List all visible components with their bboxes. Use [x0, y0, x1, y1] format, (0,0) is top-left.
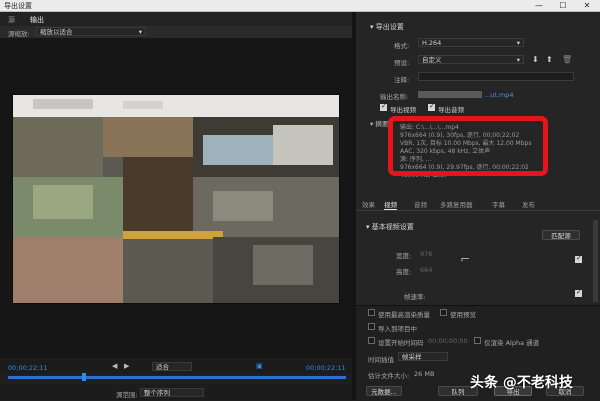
video-preview-frame: [12, 94, 340, 304]
source-scaling-value: 缩放以适合: [40, 28, 73, 36]
render-alpha-checkbox[interactable]: [474, 337, 481, 344]
delete-preset-icon[interactable]: 🗑: [562, 55, 572, 64]
tab-audio[interactable]: 音频: [414, 199, 427, 209]
metadata-button[interactable]: 元数据...: [366, 386, 402, 396]
watermark-text: 头条 @不老科技: [470, 375, 573, 391]
mark-in-icon[interactable]: ◀: [112, 362, 117, 370]
export-settings-header[interactable]: ▾ 导出设置: [370, 22, 404, 32]
max-quality-checkbox[interactable]: [368, 309, 375, 316]
window-titlebar: 导出设置 — ☐ ✕: [0, 0, 600, 12]
tab-effects[interactable]: 效果: [362, 199, 375, 209]
save-preset-icon[interactable]: ⬇: [532, 55, 539, 64]
window-title: 导出设置: [4, 2, 32, 10]
import-project-checkbox[interactable]: [368, 323, 375, 330]
width-value[interactable]: 976: [420, 250, 432, 258]
export-settings-title: 导出设置: [375, 23, 404, 31]
source-scaling-row: 源缩放: 缩放以适合 ▾: [0, 26, 352, 38]
chevron-down-icon: ▾: [516, 39, 520, 47]
tab-source[interactable]: 源: [8, 15, 15, 25]
settings-tabs: 效果 视频 音频 多路复用器 字幕 发布: [356, 197, 600, 211]
filesize-label: 估计文件大小:: [368, 372, 410, 380]
format-value: H.264: [422, 39, 442, 47]
height-label: 高度:: [396, 268, 412, 276]
tab-multiplexer[interactable]: 多路复用器: [440, 199, 473, 209]
use-previews-checkbox[interactable]: [440, 309, 447, 316]
minimize-button[interactable]: —: [528, 0, 550, 11]
match-source-button[interactable]: 匹配源: [542, 230, 580, 240]
use-previews-label: 使用预览: [450, 311, 476, 319]
tab-captions[interactable]: 字幕: [492, 199, 505, 209]
set-start-tc-checkbox[interactable]: [368, 337, 375, 344]
format-label: 格式:: [394, 42, 410, 50]
preset-dropdown[interactable]: 自定义 ▾: [418, 55, 524, 64]
fit-value: 适合: [156, 363, 169, 371]
filesize-value: 26 MB: [414, 370, 435, 378]
link-dimensions-icon[interactable]: ⌐: [460, 252, 470, 266]
import-project-label: 导入到项目中: [378, 325, 417, 333]
output-name-link[interactable]: ...ut.mp4: [484, 91, 514, 99]
frame-rate-checkbox[interactable]: [575, 288, 582, 297]
source-range-label: 源范围:: [116, 391, 138, 399]
source-scaling-label: 源缩放:: [8, 30, 30, 38]
export-audio-checkbox[interactable]: [428, 102, 435, 111]
set-start-tc-label: 设置开始时间码: [378, 339, 424, 347]
mark-out-icon[interactable]: ▶: [124, 362, 129, 370]
height-value[interactable]: 664: [420, 266, 432, 274]
source-range-value: 整个序列: [144, 389, 170, 397]
timeline-range-fill: [8, 376, 346, 379]
export-audio-label: 导出音频: [438, 106, 464, 114]
timecode-out[interactable]: 00;00;22;11: [306, 364, 346, 372]
maximize-button[interactable]: ☐: [552, 0, 574, 11]
time-interp-value: 帧采样: [402, 353, 422, 361]
preview-tabs: 源 输出: [0, 12, 352, 27]
aspect-toggle-icon[interactable]: ▣: [256, 362, 263, 370]
summary-header[interactable]: ▾ 摘要: [370, 118, 388, 128]
preset-value: 自定义: [422, 56, 442, 64]
basic-video-header[interactable]: ▾ 基本视频设置: [366, 222, 414, 232]
width-label: 宽度:: [396, 252, 412, 260]
comments-label: 注释:: [394, 76, 410, 84]
fit-dropdown[interactable]: 适合: [152, 362, 192, 371]
highlight-annotation: [388, 116, 548, 176]
comments-input[interactable]: [418, 72, 574, 81]
import-preset-icon[interactable]: ⬆: [546, 55, 553, 64]
time-interp-dropdown[interactable]: 帧采样: [398, 352, 448, 361]
chevron-down-icon: ▾: [516, 56, 520, 64]
format-dropdown[interactable]: H.264 ▾: [418, 38, 524, 47]
playhead-handle[interactable]: [82, 373, 86, 381]
timecode-row: 00;00;22;11 ◀ ▶ 适合 ▣ 00;00;22;11: [0, 360, 352, 374]
export-video-checkbox[interactable]: [380, 102, 387, 111]
tab-publish[interactable]: 发布: [522, 199, 535, 209]
time-interp-label: 时间插值: [368, 356, 394, 364]
close-button[interactable]: ✕: [576, 0, 598, 11]
source-range-row: 源范围: 整个序列: [0, 384, 352, 400]
source-scaling-dropdown[interactable]: 缩放以适合 ▾: [36, 27, 146, 36]
max-quality-label: 使用最高渲染质量: [378, 311, 430, 319]
output-name-label: 输出名称:: [380, 93, 409, 101]
width-match-checkbox[interactable]: [575, 254, 582, 263]
basic-video-title: 基本视频设置: [371, 223, 414, 231]
chevron-down-icon: ▾: [138, 28, 142, 36]
start-tc-value[interactable]: 00;00;00;00: [428, 337, 468, 345]
timecode-in[interactable]: 00;00;22;11: [8, 364, 48, 372]
summary-label: 摘要: [375, 120, 389, 128]
settings-scrollbar[interactable]: [593, 220, 598, 302]
tab-video[interactable]: 视频: [384, 199, 397, 210]
export-video-label: 导出视频: [390, 106, 416, 114]
render-alpha-label: 仅渲染 Alpha 通道: [484, 339, 540, 347]
source-range-dropdown[interactable]: 整个序列: [140, 388, 204, 397]
frame-rate-label: 帧速率:: [404, 293, 426, 301]
preset-label: 预设:: [394, 59, 410, 67]
